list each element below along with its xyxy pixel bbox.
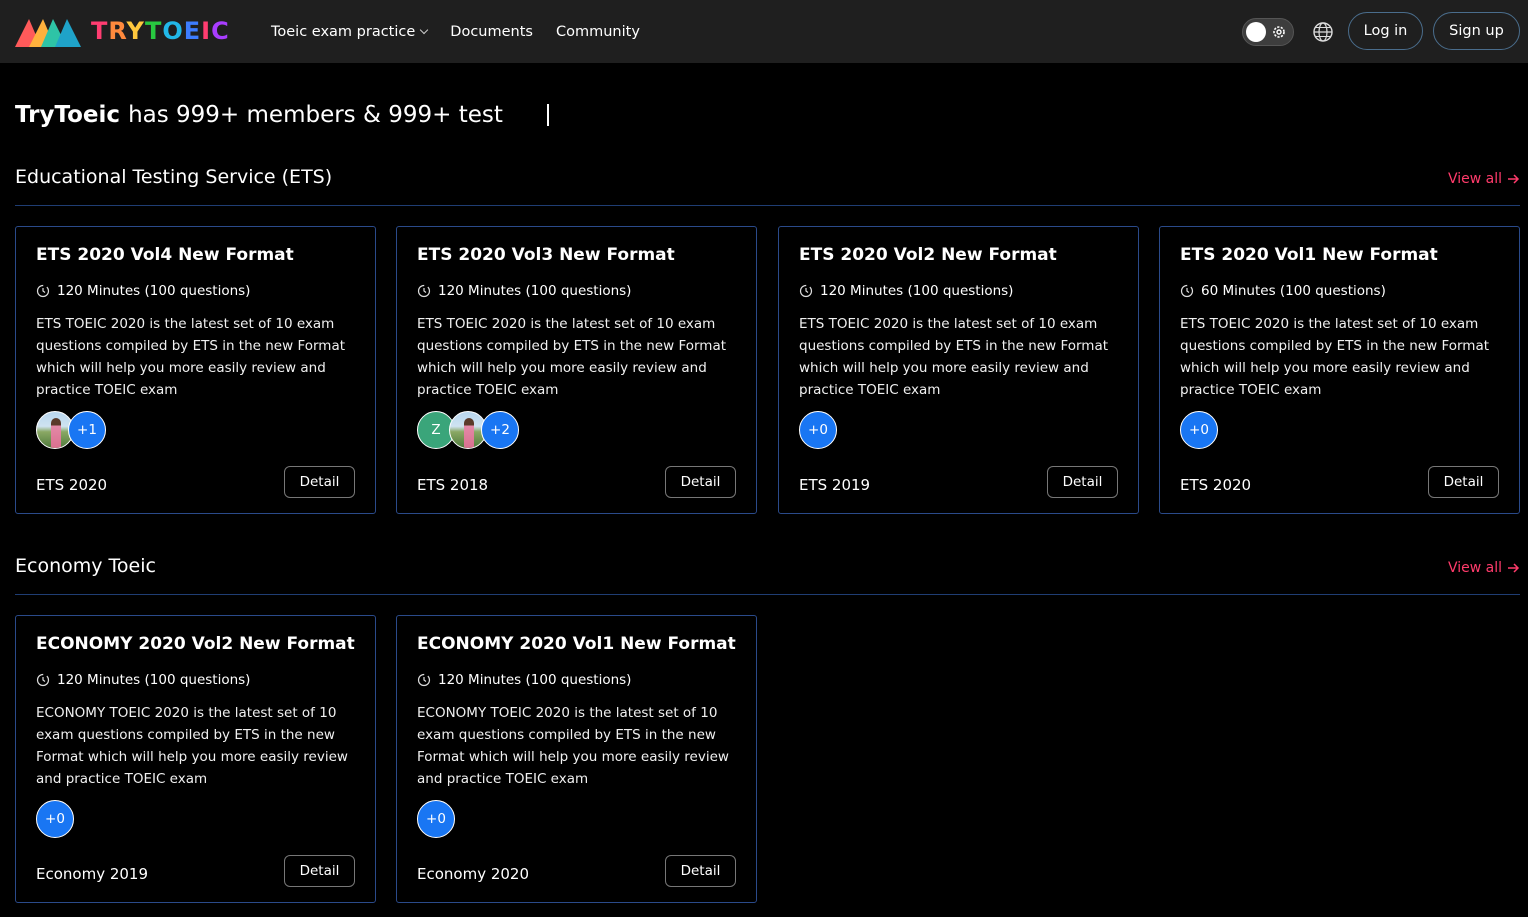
duration-text: 120 Minutes (100 questions) xyxy=(820,283,1014,299)
duration-text: 120 Minutes (100 questions) xyxy=(57,283,251,299)
participant-count-badge[interactable]: +1 xyxy=(68,411,106,449)
toggle-knob xyxy=(1246,22,1266,42)
duration-text: 120 Minutes (100 questions) xyxy=(438,672,632,688)
card-tag: ETS 2018 xyxy=(417,476,489,494)
navbar: TRYTOEIC Toeic exam practice Documents C… xyxy=(0,0,1528,63)
section-divider xyxy=(15,594,1520,595)
participant-count-badge[interactable]: +0 xyxy=(1180,411,1218,449)
nav-link-documents[interactable]: Documents xyxy=(450,24,533,40)
card-tag: ETS 2020 xyxy=(1180,476,1252,494)
view-all-label: View all xyxy=(1447,560,1502,576)
card-duration: 120 Minutes (100 questions) xyxy=(36,283,250,299)
card-description: ETS TOEIC 2020 is the latest set of 10 e… xyxy=(799,316,1109,398)
card-duration: 120 Minutes (100 questions) xyxy=(417,283,631,299)
card-title[interactable]: ETS 2020 Vol1 New Format xyxy=(1180,245,1438,265)
detail-button[interactable]: Detail xyxy=(1047,466,1118,498)
participant-count: +0 xyxy=(45,811,65,827)
card-title[interactable]: ETS 2020 Vol3 New Format xyxy=(417,245,675,265)
globe-icon[interactable] xyxy=(1312,21,1334,43)
duration-text: 60 Minutes (100 questions) xyxy=(1201,283,1386,299)
card-tag: Economy 2020 xyxy=(417,865,530,883)
logo-text: TRYTOEIC xyxy=(91,17,230,45)
card-tag: ETS 2020 xyxy=(36,476,108,494)
hero-text: TryToeic has 999+ members & 999+ test xyxy=(15,102,549,128)
participant-count-badge[interactable]: +0 xyxy=(417,800,455,838)
participant-avatars: +0 xyxy=(1180,411,1218,449)
participant-avatars: +0 xyxy=(799,411,837,449)
participant-count: +0 xyxy=(1189,422,1209,438)
clock-icon xyxy=(36,284,50,298)
participant-count-badge[interactable]: +0 xyxy=(799,411,837,449)
card-title[interactable]: ETS 2020 Vol4 New Format xyxy=(36,245,294,265)
card-tag: ETS 2019 xyxy=(799,476,871,494)
participant-avatars: Z +2 xyxy=(417,411,519,449)
clock-icon xyxy=(417,284,431,298)
section-title-ets: Educational Testing Service (ETS) xyxy=(15,166,333,188)
clock-icon xyxy=(417,673,431,687)
detail-button[interactable]: Detail xyxy=(665,855,736,887)
nav-links: Toeic exam practice Documents Community xyxy=(271,0,663,63)
participant-avatars: +0 xyxy=(36,800,74,838)
nav-link-toeic-practice[interactable]: Toeic exam practice xyxy=(271,23,429,40)
arrow-right-icon xyxy=(1508,174,1520,184)
participant-count: +0 xyxy=(808,422,828,438)
participant-count-badge[interactable]: +0 xyxy=(36,800,74,838)
logo[interactable]: TRYTOEIC xyxy=(15,15,230,47)
detail-button[interactable]: Detail xyxy=(1428,466,1499,498)
participant-count: +2 xyxy=(490,422,510,438)
card-duration: 120 Minutes (100 questions) xyxy=(36,672,250,688)
signup-button[interactable]: Sign up xyxy=(1433,12,1520,50)
card-duration: 120 Minutes (100 questions) xyxy=(417,672,631,688)
section-divider xyxy=(15,205,1520,206)
avatar-initial: Z xyxy=(431,422,441,438)
hero-brand: TryToeic xyxy=(15,102,121,128)
theme-toggle[interactable] xyxy=(1242,18,1294,46)
exam-card[interactable]: ETS 2020 Vol4 New Format 120 Minutes (100… xyxy=(15,226,376,514)
login-button[interactable]: Log in xyxy=(1348,12,1423,50)
view-all-ets-link[interactable]: View all xyxy=(1448,171,1520,187)
participant-avatars: +1 xyxy=(36,411,106,449)
card-title[interactable]: ETS 2020 Vol2 New Format xyxy=(799,245,1057,265)
hero-stats: has 999+ members & 999+ test xyxy=(128,102,503,128)
card-description: ETS TOEIC 2020 is the latest set of 10 e… xyxy=(417,316,727,398)
participant-count: +0 xyxy=(426,811,446,827)
card-description: ECONOMY TOEIC 2020 is the latest set of … xyxy=(417,705,729,787)
nav-link-label: Community xyxy=(555,23,640,40)
card-description: ETS TOEIC 2020 is the latest set of 10 e… xyxy=(1180,316,1490,398)
nav-link-community[interactable]: Community xyxy=(556,24,640,40)
card-title[interactable]: ECONOMY 2020 Vol1 New Format xyxy=(417,634,736,654)
logo-mark-icon xyxy=(15,19,81,47)
exam-card[interactable]: ECONOMY 2020 Vol2 New Format 120 Minutes … xyxy=(15,615,376,903)
nav-link-label: Documents xyxy=(450,23,533,40)
nav-link-label: Toeic exam practice xyxy=(271,23,416,40)
clock-icon xyxy=(1180,284,1194,298)
card-tag: Economy 2019 xyxy=(36,865,149,883)
clock-icon xyxy=(36,673,50,687)
card-duration: 120 Minutes (100 questions) xyxy=(799,283,1013,299)
detail-button[interactable]: Detail xyxy=(284,466,355,498)
exam-card[interactable]: ETS 2020 Vol1 New Format 60 Minutes (100 … xyxy=(1159,226,1520,514)
clock-icon xyxy=(799,284,813,298)
duration-text: 120 Minutes (100 questions) xyxy=(438,283,632,299)
typing-cursor xyxy=(546,104,549,126)
participant-avatars: +0 xyxy=(417,800,455,838)
card-title[interactable]: ECONOMY 2020 Vol2 New Format xyxy=(36,634,355,654)
card-duration: 60 Minutes (100 questions) xyxy=(1180,283,1386,299)
participant-count: +1 xyxy=(77,422,97,438)
exam-card[interactable]: ECONOMY 2020 Vol1 New Format 120 Minutes … xyxy=(396,615,757,903)
arrow-right-icon xyxy=(1508,563,1520,573)
exam-card[interactable]: ETS 2020 Vol2 New Format 120 Minutes (100… xyxy=(778,226,1139,514)
duration-text: 120 Minutes (100 questions) xyxy=(57,672,251,688)
view-all-economy-link[interactable]: View all xyxy=(1448,560,1520,576)
view-all-label: View all xyxy=(1447,171,1502,187)
participant-count-badge[interactable]: +2 xyxy=(481,411,519,449)
card-description: ETS TOEIC 2020 is the latest set of 10 e… xyxy=(36,316,346,398)
card-description: ECONOMY TOEIC 2020 is the latest set of … xyxy=(36,705,348,787)
gear-icon xyxy=(1273,26,1285,38)
chevron-down-icon xyxy=(420,25,429,34)
exam-card[interactable]: ETS 2020 Vol3 New Format 120 Minutes (100… xyxy=(396,226,757,514)
detail-button[interactable]: Detail xyxy=(284,855,355,887)
detail-button[interactable]: Detail xyxy=(665,466,736,498)
section-title-economy: Economy Toeic xyxy=(15,555,156,577)
